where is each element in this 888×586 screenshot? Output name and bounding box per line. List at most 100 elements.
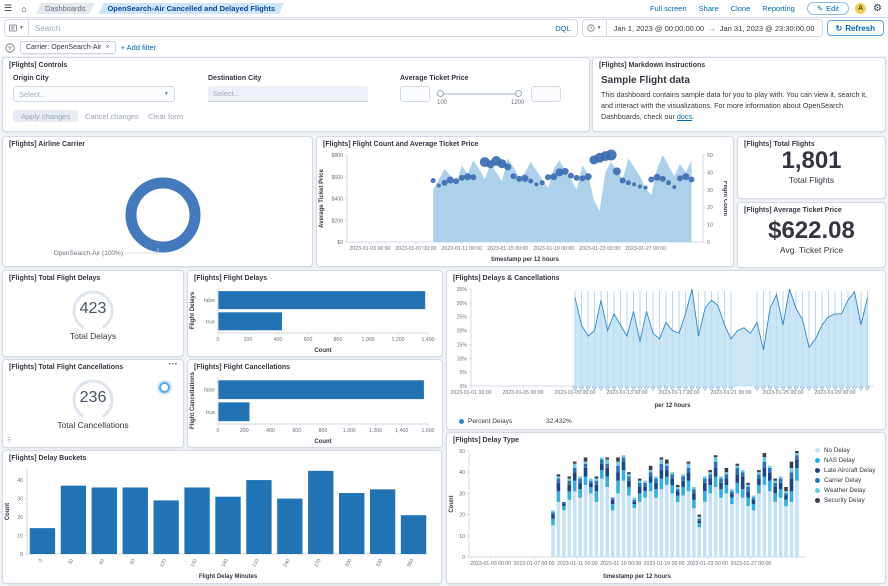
svg-text:40: 40 [707,170,713,176]
legend-item[interactable]: NAS Delay [815,457,881,464]
svg-text:2023-01-25 00:00: 2023-01-25 00:00 [763,390,804,396]
legend-dot [815,448,820,453]
search-input[interactable]: Search [29,24,549,33]
legend-item[interactable]: Weather Delay [815,487,881,494]
edit-button[interactable]: ✎Edit [807,2,849,15]
apply-changes-button[interactable]: Apply changes [13,110,78,122]
legend-item[interactable]: Carrier Delay [815,477,881,484]
legend-item[interactable]: No Delay [815,447,881,454]
svg-text:10: 10 [707,223,713,229]
avg-ticket-price-label: Average Ticket Price [400,75,469,82]
price-slider-track[interactable] [441,93,519,95]
home-icon[interactable]: ⌂ [16,4,32,14]
origin-city-select[interactable]: Select...▼ [13,86,175,102]
svg-text:$800: $800 [331,153,343,159]
clear-form-button[interactable]: Clear form [148,110,183,122]
svg-text:600: 600 [292,428,301,434]
flight-delays-bar-chart[interactable]: 02004006008001,0001,2001,400falsetrueCou… [188,283,436,354]
add-filter-button[interactable]: + Add filter [121,43,157,52]
svg-text:$200: $200 [331,218,343,224]
percent-delays-legend[interactable]: Percent Delays 32.432% [459,418,572,425]
date-arrow: → [708,24,716,33]
legend-dot [459,419,464,424]
reporting-link[interactable]: Reporting [762,4,795,13]
price-slider-thumb-min[interactable] [437,90,444,97]
svg-text:270: 270 [313,558,322,568]
airline-carrier-donut-chart[interactable]: OpenSearch-Air (100%) [3,149,306,262]
menu-icon[interactable]: ☰ [0,3,16,14]
date-from[interactable]: Jan 1, 2023 @ 00:00:00.00 [614,24,705,33]
svg-text:180: 180 [221,558,230,568]
panel-total-flight-delays: [Flights] Total Flight Delays 423 Total … [2,270,184,357]
svg-text:2023-01-09 00:00: 2023-01-09 00:00 [555,390,596,396]
flight-count-area-chart[interactable]: $0$200$400$600$800010203040502023-01-03 … [317,149,727,263]
panel-menu-icon[interactable]: ••• [169,362,178,368]
cancel-changes-button[interactable]: Cancel changes [85,110,139,122]
svg-text:1,400: 1,400 [395,428,408,434]
svg-text:0: 0 [707,240,710,246]
user-avatar[interactable]: A [855,3,866,14]
panel-title: [Flights] Flight Cancellations [188,360,442,372]
panel-title: [Flights] Airline Carrier [3,137,312,149]
date-range: Jan 1, 2023 @ 00:00:00.00 → Jan 31, 2023… [607,24,822,33]
svg-text:$600: $600 [331,175,343,181]
price-max-tick: 1200 [511,100,524,106]
svg-text:360: 360 [406,558,415,568]
drag-handle-icon[interactable]: ⠿ [7,437,12,444]
query-language-button[interactable]: DQL [549,24,576,33]
breadcrumb-dashboards[interactable]: Dashboards [36,3,94,14]
filter-pill-carrier[interactable]: Carrier: OpenSearch-Air × [20,41,116,54]
delays-cancellations-area-chart[interactable]: 0%5%10%15%20%25%30%35%2023-01-01 00:0020… [447,283,879,409]
filter-pill-label: Carrier: OpenSearch-Air [26,44,101,51]
svg-text:800: 800 [319,428,328,434]
clone-link[interactable]: Clone [731,4,751,13]
query-bar: ▼ Search DQL ▼ Jan 1, 2023 @ 00:00:00.00… [0,17,888,39]
svg-text:800: 800 [334,337,343,343]
svg-text:240: 240 [282,558,291,568]
full-screen-link[interactable]: Full screen [650,4,687,13]
svg-text:40: 40 [459,470,465,476]
svg-text:2023-01-15 00:00: 2023-01-15 00:00 [600,561,641,567]
panel-title: [Flights] Flight Count and Average Ticke… [317,137,733,149]
svg-text:$400: $400 [331,197,343,203]
filter-bar: Carrier: OpenSearch-Air × + Add filter [0,39,888,57]
remove-filter-icon[interactable]: × [105,44,109,51]
refresh-icon: ↻ [836,24,843,33]
gear-icon[interactable]: ⚙ [873,3,882,14]
svg-text:20: 20 [17,515,23,521]
svg-text:0: 0 [217,428,220,434]
share-link[interactable]: Share [699,4,719,13]
filter-settings-icon[interactable] [5,43,15,53]
legend-dot [815,498,820,503]
svg-text:Average Ticket Price: Average Ticket Price [319,168,325,227]
refresh-button[interactable]: ↻Refresh [827,20,885,36]
date-to[interactable]: Jan 31, 2023 @ 23:30:00.00 [720,24,815,33]
saved-query-menu[interactable]: ▼ [5,20,29,36]
svg-text:2023-01-23 00:00: 2023-01-23 00:00 [687,561,728,567]
legend-label: NAS Delay [824,457,855,464]
svg-text:20: 20 [459,513,465,519]
panel-delay-buckets: [Flights] Delay Buckets 0102030400306090… [2,450,442,584]
saved-query-icon [9,24,17,32]
docs-link[interactable]: docs [677,112,692,121]
search-box: ▼ Search DQL [4,19,578,37]
legend-item[interactable]: Security Delay [815,497,881,504]
legend-item[interactable]: Late Aircraft Delay [815,467,881,474]
total-cancellations-value: 236 [65,389,121,407]
panel-markdown: [Flights] Markdown Instructions Sample F… [592,57,886,132]
flight-cancellations-bar-chart[interactable]: 02004006008001,0001,2001,4001,600falsetr… [188,372,436,445]
destination-city-select[interactable]: Select... [208,86,368,102]
panel-total-flights: [Flights] Total Flights 1,801 Total Flig… [737,136,886,199]
quick-select-menu[interactable]: ▼ [583,20,607,36]
date-picker: ▼ Jan 1, 2023 @ 00:00:00.00 → Jan 31, 20… [582,19,823,37]
svg-text:30: 30 [459,491,465,497]
price-max-input[interactable] [531,86,561,102]
svg-text:1,000: 1,000 [343,428,356,434]
svg-text:60: 60 [98,558,106,566]
svg-text:Flight Cancellations: Flight Cancellations [190,372,196,429]
svg-text:Flight Delay Minutes: Flight Delay Minutes [199,574,258,580]
delay-buckets-bar-chart[interactable]: 0102030400306090120150180210240270300330… [3,463,435,580]
price-min-input[interactable] [400,86,430,102]
price-slider-thumb-max[interactable] [515,90,522,97]
svg-text:2023-01-27 00:00: 2023-01-27 00:00 [730,561,771,567]
